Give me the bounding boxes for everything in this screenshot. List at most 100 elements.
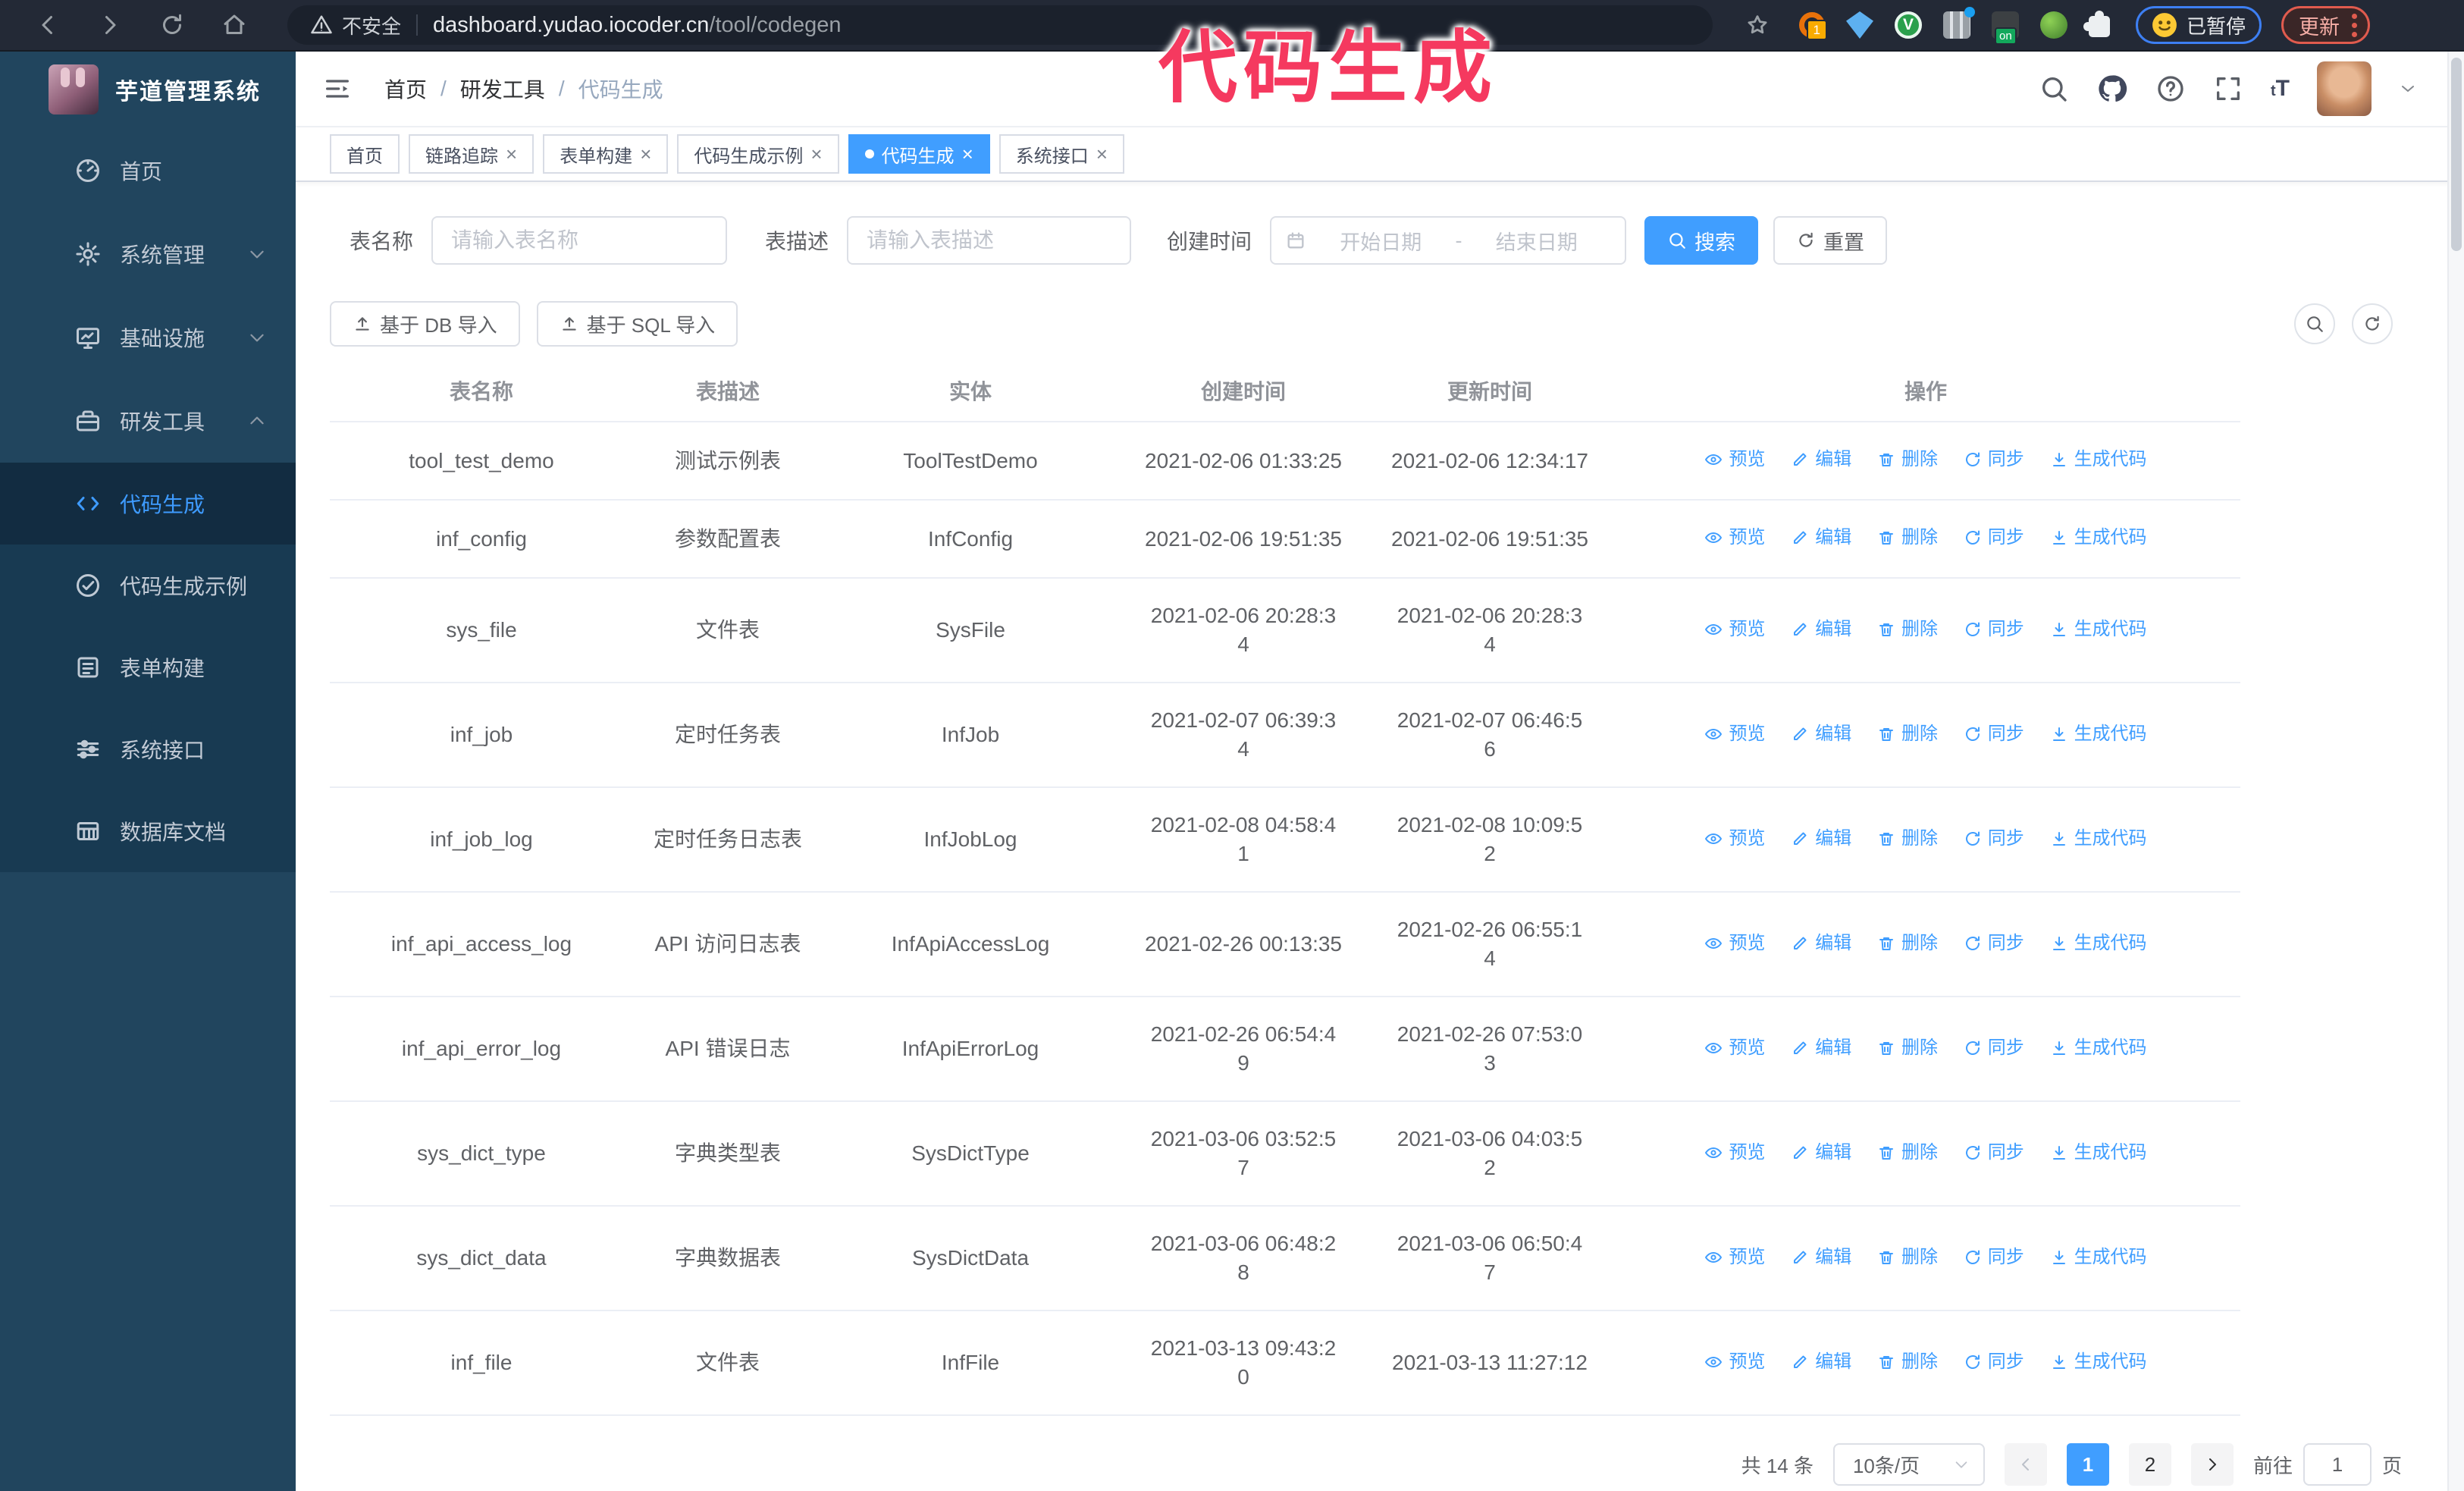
close-icon[interactable]: ×	[1096, 144, 1108, 164]
sync-link[interactable]: 同步	[1964, 929, 2024, 958]
app-logo[interactable]: 芋道管理系统	[0, 52, 296, 127]
sidebar-item-db-doc[interactable]: 数据库文档	[0, 790, 296, 872]
bookmark-star-icon[interactable]	[1745, 12, 1770, 38]
breadcrumb-home[interactable]: 首页	[384, 74, 427, 104]
hamburger-icon[interactable]	[322, 74, 353, 104]
extensions-puzzle-icon[interactable]	[2083, 11, 2110, 37]
sync-link[interactable]: 同步	[1964, 523, 2024, 552]
prev-page-button[interactable]	[2004, 1443, 2047, 1486]
profile-paused-badge[interactable]: 已暂停	[2136, 6, 2262, 44]
extension-bug-icon[interactable]	[2040, 11, 2067, 39]
scrollbar[interactable]	[2447, 52, 2464, 1491]
caret-down-icon[interactable]	[2399, 80, 2417, 98]
generate-code-link[interactable]: 生成代码	[2050, 1243, 2147, 1272]
extension-gem-icon[interactable]	[1846, 11, 1873, 39]
close-icon[interactable]: ×	[810, 144, 822, 164]
preview-link[interactable]: 预览	[1704, 615, 1765, 644]
page-size-select[interactable]: 10条/页	[1832, 1443, 1985, 1486]
edit-link[interactable]: 编辑	[1791, 1243, 1851, 1272]
generate-code-link[interactable]: 生成代码	[2050, 1348, 2147, 1376]
edit-link[interactable]: 编辑	[1791, 445, 1851, 474]
browser-forward-icon[interactable]	[96, 11, 124, 39]
delete-link[interactable]: 删除	[1877, 929, 1938, 958]
browser-menu-icon[interactable]	[2352, 13, 2358, 37]
end-date-placeholder[interactable]: 结束日期	[1462, 226, 1612, 256]
next-page-button[interactable]	[2190, 1443, 2234, 1486]
sync-link[interactable]: 同步	[1964, 1243, 2024, 1272]
sync-link[interactable]: 同步	[1964, 720, 2024, 749]
tab-trace[interactable]: 链路追踪 ×	[409, 134, 534, 174]
delete-link[interactable]: 删除	[1877, 445, 1938, 474]
font-size-icon[interactable]: tT	[2271, 76, 2290, 102]
avatar[interactable]	[2317, 61, 2372, 116]
browser-address-bar[interactable]: 不安全 dashboard.yudao.iocoder.cn/tool/code…	[287, 5, 1713, 45]
edit-link[interactable]: 编辑	[1791, 523, 1851, 552]
search-button[interactable]: 搜索	[1644, 216, 1758, 265]
sync-link[interactable]: 同步	[1964, 824, 2024, 853]
sidebar-item-form-builder[interactable]: 表单构建	[0, 626, 296, 708]
edit-link[interactable]: 编辑	[1791, 824, 1851, 853]
sync-link[interactable]: 同步	[1964, 615, 2024, 644]
table-desc-input[interactable]	[847, 216, 1131, 265]
help-icon[interactable]	[2155, 74, 2186, 104]
security-warning-icon[interactable]	[310, 14, 333, 36]
delete-link[interactable]: 删除	[1877, 1348, 1938, 1376]
tab-codegen[interactable]: 代码生成 ×	[848, 134, 990, 174]
generate-code-link[interactable]: 生成代码	[2050, 1138, 2147, 1167]
extension-columns-icon[interactable]	[1943, 7, 1975, 39]
edit-link[interactable]: 编辑	[1791, 1348, 1851, 1376]
preview-link[interactable]: 预览	[1704, 523, 1765, 552]
delete-link[interactable]: 删除	[1877, 720, 1938, 749]
generate-code-link[interactable]: 生成代码	[2050, 720, 2147, 749]
generate-code-link[interactable]: 生成代码	[2050, 615, 2147, 644]
search-icon[interactable]	[2039, 74, 2069, 104]
preview-link[interactable]: 预览	[1704, 929, 1765, 958]
generate-code-link[interactable]: 生成代码	[2050, 824, 2147, 853]
preview-link[interactable]: 预览	[1704, 1034, 1765, 1063]
sync-link[interactable]: 同步	[1964, 1034, 2024, 1063]
extension-green-v-icon[interactable]: V	[1895, 11, 1922, 39]
generate-code-link[interactable]: 生成代码	[2050, 445, 2147, 474]
sidebar-item-system-api[interactable]: 系统接口	[0, 708, 296, 790]
sidebar-item-codegen-example[interactable]: 代码生成示例	[0, 545, 296, 626]
preview-link[interactable]: 预览	[1704, 1243, 1765, 1272]
sidebar-item-infra[interactable]: 基础设施	[0, 296, 296, 379]
scrollbar-thumb[interactable]	[2451, 58, 2462, 251]
generate-code-link[interactable]: 生成代码	[2050, 1034, 2147, 1063]
tab-form-builder[interactable]: 表单构建 ×	[543, 134, 669, 174]
delete-link[interactable]: 删除	[1877, 824, 1938, 853]
delete-link[interactable]: 删除	[1877, 615, 1938, 644]
close-icon[interactable]: ×	[640, 144, 651, 164]
preview-link[interactable]: 预览	[1704, 1348, 1765, 1376]
github-icon[interactable]	[2096, 73, 2128, 105]
extension-orange-icon[interactable]: 1	[1799, 12, 1827, 40]
sidebar-item-home[interactable]: 首页	[0, 129, 296, 212]
browser-reload-icon[interactable]	[158, 11, 186, 39]
sync-link[interactable]: 同步	[1964, 445, 2024, 474]
tab-system-api[interactable]: 系统接口 ×	[998, 134, 1124, 174]
sidebar-item-devtools[interactable]: 研发工具	[0, 379, 296, 463]
date-range-picker[interactable]: 开始日期 - 结束日期	[1270, 216, 1626, 265]
refresh-icon[interactable]	[2352, 303, 2393, 344]
sidebar-item-codegen[interactable]: 代码生成	[0, 463, 296, 545]
browser-home-icon[interactable]	[221, 11, 248, 39]
breadcrumb-devtools[interactable]: 研发工具	[460, 74, 545, 104]
table-name-input[interactable]	[431, 216, 727, 265]
reset-button[interactable]: 重置	[1773, 216, 1887, 265]
sync-link[interactable]: 同步	[1964, 1348, 2024, 1376]
delete-link[interactable]: 删除	[1877, 1138, 1938, 1167]
goto-page-input[interactable]	[2303, 1443, 2372, 1486]
start-date-placeholder[interactable]: 开始日期	[1306, 226, 1456, 256]
tab-home[interactable]: 首页	[330, 134, 400, 174]
delete-link[interactable]: 删除	[1877, 1243, 1938, 1272]
close-icon[interactable]: ×	[506, 144, 517, 164]
close-icon[interactable]: ×	[962, 144, 973, 164]
sync-link[interactable]: 同步	[1964, 1138, 2024, 1167]
browser-update-button[interactable]: 更新	[2281, 6, 2371, 44]
generate-code-link[interactable]: 生成代码	[2050, 523, 2147, 552]
edit-link[interactable]: 编辑	[1791, 615, 1851, 644]
preview-link[interactable]: 预览	[1704, 720, 1765, 749]
edit-link[interactable]: 编辑	[1791, 929, 1851, 958]
delete-link[interactable]: 删除	[1877, 523, 1938, 552]
edit-link[interactable]: 编辑	[1791, 720, 1851, 749]
